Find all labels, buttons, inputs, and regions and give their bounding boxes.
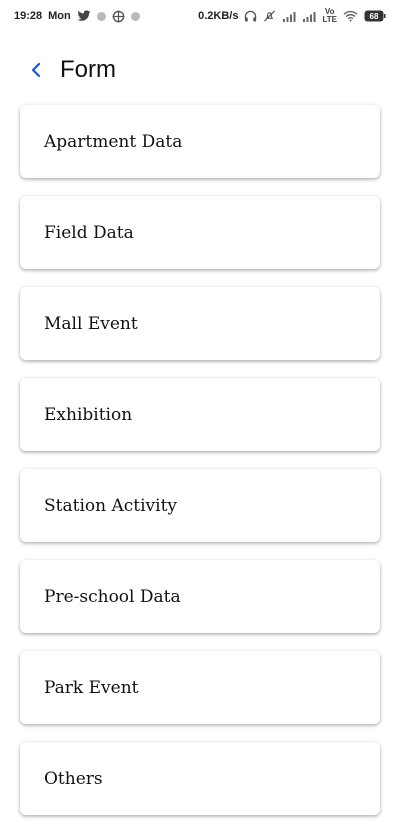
list-item-park-event[interactable]: Park Event [20,651,380,724]
volte-icon: Vo LTE [322,8,337,24]
list-item-others[interactable]: Others [20,742,380,815]
app-bar: Form [0,46,400,94]
list-item-exhibition[interactable]: Exhibition [20,378,380,451]
volte-bottom-text: LTE [322,15,337,24]
headphones-icon [244,10,257,22]
status-time: 19:28 [14,10,43,22]
list-item-apartment-data[interactable]: Apartment Data [20,105,380,178]
circle-icon [130,11,140,21]
battery-level: 68 [369,11,379,21]
page-title: Form [60,56,116,83]
list-item-label: Pre-school Data [44,586,181,607]
list-item-label: Field Data [44,222,134,243]
list-item-mall-event[interactable]: Mall Event [20,287,380,360]
list-item-label: Exhibition [44,404,133,425]
list-item-label: Park Event [44,677,139,698]
mute-icon [263,10,276,22]
list-item-label: Station Activity [44,495,178,516]
status-bar: 19:28 Mon 0.2KB/s Vo LTE 68 [0,0,400,32]
twitter-icon [77,10,91,22]
chevron-left-icon [31,62,41,78]
list-item-label: Apartment Data [44,131,183,152]
signal-icon [282,11,296,22]
circle-icon [96,11,106,21]
list-item-label: Mall Event [44,313,138,334]
crosshair-icon [112,9,125,23]
list-item-field-data[interactable]: Field Data [20,196,380,269]
form-list: Apartment Data Field Data Mall Event Exh… [20,105,380,833]
wifi-icon [343,10,358,22]
list-item-pre-school-data[interactable]: Pre-school Data [20,560,380,633]
network-speed: 0.2KB/s [198,10,239,22]
status-left: 19:28 Mon [14,9,140,23]
signal-icon [302,11,316,22]
list-item-label: Others [44,768,103,789]
status-day: Mon [48,10,71,22]
list-item-station-activity[interactable]: Station Activity [20,469,380,542]
battery-icon: 68 [364,10,386,22]
back-button[interactable] [24,58,48,82]
status-right: 0.2KB/s Vo LTE 68 [198,8,386,24]
